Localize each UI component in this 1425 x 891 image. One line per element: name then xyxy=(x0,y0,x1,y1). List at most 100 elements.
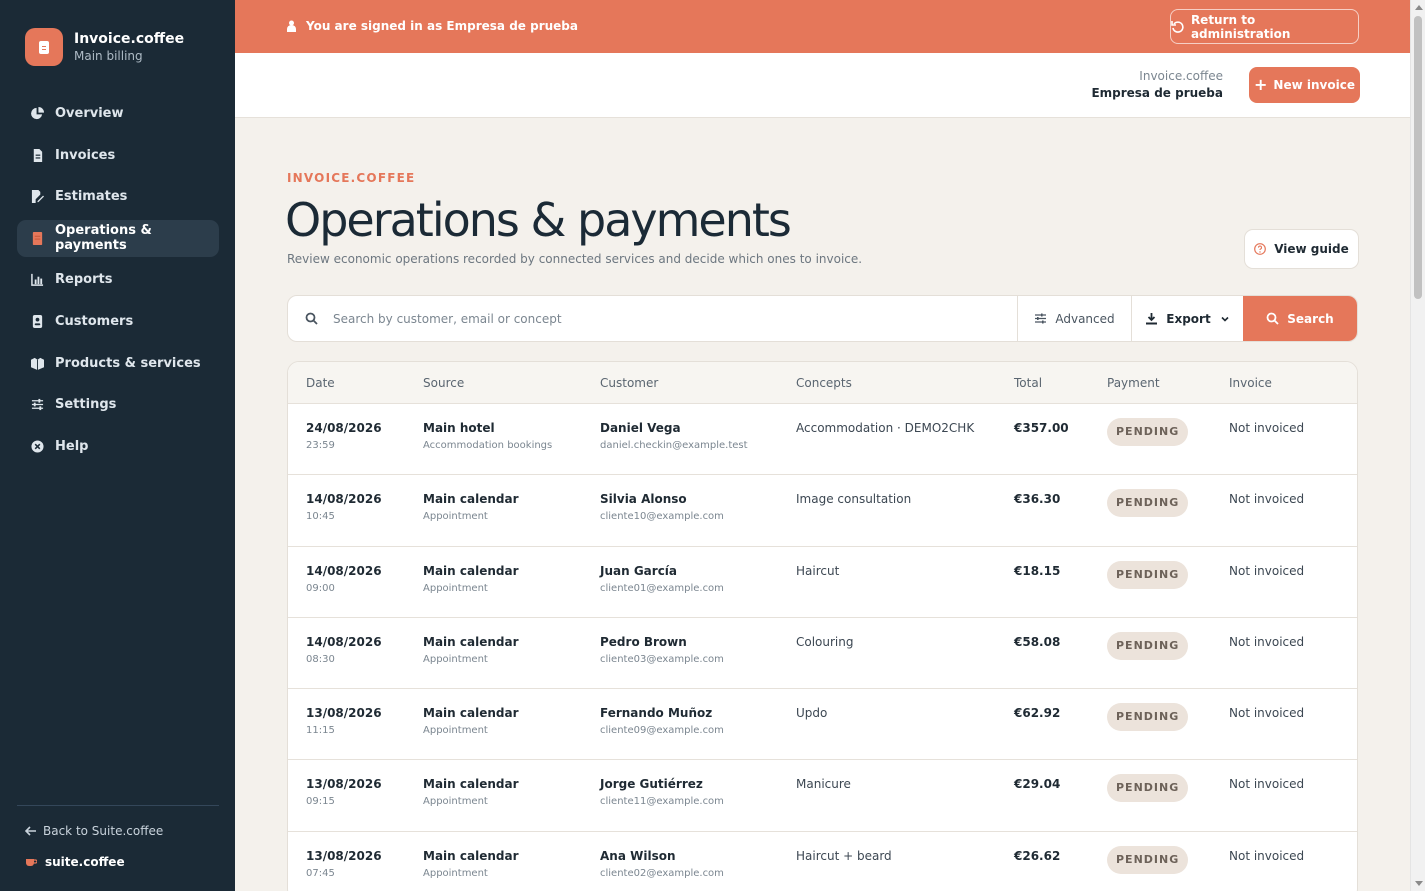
advanced-label: Advanced xyxy=(1055,311,1115,326)
chevron-down-icon xyxy=(1221,316,1229,322)
column-header-source[interactable]: Source xyxy=(423,376,464,390)
arrow-left-icon xyxy=(25,826,36,836)
row-source-type: Appointment xyxy=(423,582,488,594)
row-time: 11:15 xyxy=(306,725,335,737)
impersonation-banner: You are signed in as Empresa de prueba R… xyxy=(235,0,1410,53)
row-concepts: Haircut + beard xyxy=(796,848,892,863)
sidebar-item-operations-payments[interactable]: Operations & payments xyxy=(17,219,219,257)
column-header-date[interactable]: Date xyxy=(306,376,335,390)
sidebar-item-label: Reports xyxy=(55,272,113,288)
sidebar-item-reports[interactable]: Reports xyxy=(17,261,219,298)
suite-coffee-link[interactable]: suite.coffee xyxy=(25,855,125,869)
row-source: Main calendar xyxy=(423,563,519,578)
search-input[interactable] xyxy=(333,311,933,326)
edit-document-icon xyxy=(31,190,44,204)
scrollbar-thumb[interactable] xyxy=(1414,16,1422,299)
row-concepts: Image consultation xyxy=(796,492,912,507)
row-customer: Silvia Alonso xyxy=(600,492,687,507)
column-header-customer[interactable]: Customer xyxy=(600,376,658,390)
row-customer: Daniel Vega xyxy=(600,421,681,435)
row-time: 10:45 xyxy=(306,511,335,523)
back-to-suite-link[interactable]: Back to Suite.coffee xyxy=(25,824,163,838)
sidebar-nav: Overview Invoices Estimates Operations &… xyxy=(17,95,219,469)
row-customer: Juan García xyxy=(600,563,678,578)
sidebar-item-label: Estimates xyxy=(55,189,128,205)
sidebar-item-estimates[interactable]: Estimates xyxy=(17,178,219,215)
column-header-payment[interactable]: Payment xyxy=(1107,376,1160,390)
sidebar-item-customers[interactable]: Customers xyxy=(17,303,219,340)
undo-icon xyxy=(1171,21,1184,33)
table-row[interactable]: 14/08/2026 08:30 Main calendar Appointment… xyxy=(288,618,1357,690)
row-total: €26.62 xyxy=(1014,848,1061,863)
sidebar-item-help[interactable]: Help xyxy=(17,428,219,465)
row-source-type: Accommodation bookings xyxy=(423,440,553,451)
sidebar-item-settings[interactable]: Settings xyxy=(17,386,219,423)
search-icon xyxy=(305,312,318,325)
page-scrollbar[interactable] xyxy=(1410,0,1425,891)
sidebar-item-label: Settings xyxy=(55,397,117,413)
sidebar-item-overview[interactable]: Overview xyxy=(17,95,219,132)
table-row[interactable]: 14/08/2026 09:00 Main calendar Appointment… xyxy=(288,547,1357,618)
export-dropdown-button[interactable]: Export xyxy=(1131,296,1243,341)
column-header-invoice[interactable]: Invoice xyxy=(1229,376,1272,390)
row-email: cliente10@example.com xyxy=(600,511,724,523)
search-button-label: Search xyxy=(1287,311,1334,326)
coffee-cup-icon xyxy=(26,859,37,866)
row-invoice-status: Not invoiced xyxy=(1229,777,1305,792)
row-customer: Ana Wilson xyxy=(600,848,676,863)
new-invoice-button[interactable]: + New invoice xyxy=(1249,67,1360,103)
search-field[interactable] xyxy=(288,296,1017,341)
row-date: 24/08/2026 xyxy=(306,421,382,435)
sidebar-item-invoices[interactable]: Invoices xyxy=(17,137,219,174)
advanced-filter-button[interactable]: Advanced xyxy=(1017,296,1131,341)
scroll-up-arrow-icon[interactable] xyxy=(1415,5,1423,10)
row-time: 09:15 xyxy=(306,796,335,808)
sidebar-item-products-services[interactable]: Products & services xyxy=(17,345,219,382)
row-source: Main calendar xyxy=(423,634,519,649)
suite-link-label: suite.coffee xyxy=(45,855,125,869)
receipt-icon xyxy=(31,231,44,245)
table-row[interactable]: 13/08/2026 07:45 Main calendar Appointment… xyxy=(288,832,1357,891)
brand[interactable]: Invoice.coffee Main billing xyxy=(25,28,184,66)
invoice-logo-icon xyxy=(25,28,63,66)
plus-icon: + xyxy=(1254,75,1268,94)
table-row[interactable]: 13/08/2026 11:15 Main calendar Appointment… xyxy=(288,689,1357,761)
sidebar-item-label: Customers xyxy=(55,313,134,329)
payment-status-badge: PENDING xyxy=(1107,774,1189,803)
return-to-administration-button[interactable]: Return to administration xyxy=(1170,9,1359,44)
row-total: €357.00 xyxy=(1014,421,1069,435)
row-email: cliente01@example.com xyxy=(600,582,724,594)
help-circle-icon xyxy=(1254,243,1267,255)
row-date: 13/08/2026 xyxy=(306,848,382,863)
payment-status-badge: PENDING xyxy=(1107,845,1189,874)
search-bar: Advanced Export Search xyxy=(287,295,1358,342)
row-total: €18.15 xyxy=(1014,563,1061,578)
pie-chart-icon xyxy=(31,107,44,120)
row-time: 09:00 xyxy=(306,582,335,594)
contact-card-icon xyxy=(31,314,44,328)
row-customer: Fernando Muñoz xyxy=(600,706,713,721)
brand-name: Invoice.coffee xyxy=(74,30,185,47)
row-concepts: Manicure xyxy=(796,777,851,792)
table-row[interactable]: 14/08/2026 10:45 Main calendar Appointment… xyxy=(288,475,1357,547)
row-source-type: Appointment xyxy=(423,867,488,879)
row-source: Main calendar xyxy=(423,848,519,863)
column-header-concepts[interactable]: Concepts xyxy=(796,376,852,390)
payment-status-badge: PENDING xyxy=(1107,418,1189,446)
row-source: Main hotel xyxy=(423,421,495,435)
column-header-total[interactable]: Total xyxy=(1014,376,1042,390)
row-date: 13/08/2026 xyxy=(306,777,382,792)
scroll-down-arrow-icon[interactable] xyxy=(1415,881,1423,886)
view-guide-button[interactable]: View guide xyxy=(1244,229,1359,269)
table-row[interactable]: 24/08/2026 23:59 Main hotel Accommodation … xyxy=(288,404,1357,476)
row-invoice-status: Not invoiced xyxy=(1229,421,1305,435)
return-button-label: Return to administration xyxy=(1190,12,1291,41)
search-button[interactable]: Search xyxy=(1243,296,1357,341)
table-row[interactable]: 13/08/2026 09:15 Main calendar Appointment… xyxy=(288,760,1357,832)
page-title: Operations & payments xyxy=(285,193,792,247)
account-info[interactable]: Invoice.coffee Empresa de prueba xyxy=(1091,68,1223,102)
row-concepts: Haircut xyxy=(796,563,840,578)
row-email: cliente02@example.com xyxy=(600,867,724,879)
row-date: 14/08/2026 xyxy=(306,563,382,578)
user-lock-icon xyxy=(287,20,296,32)
